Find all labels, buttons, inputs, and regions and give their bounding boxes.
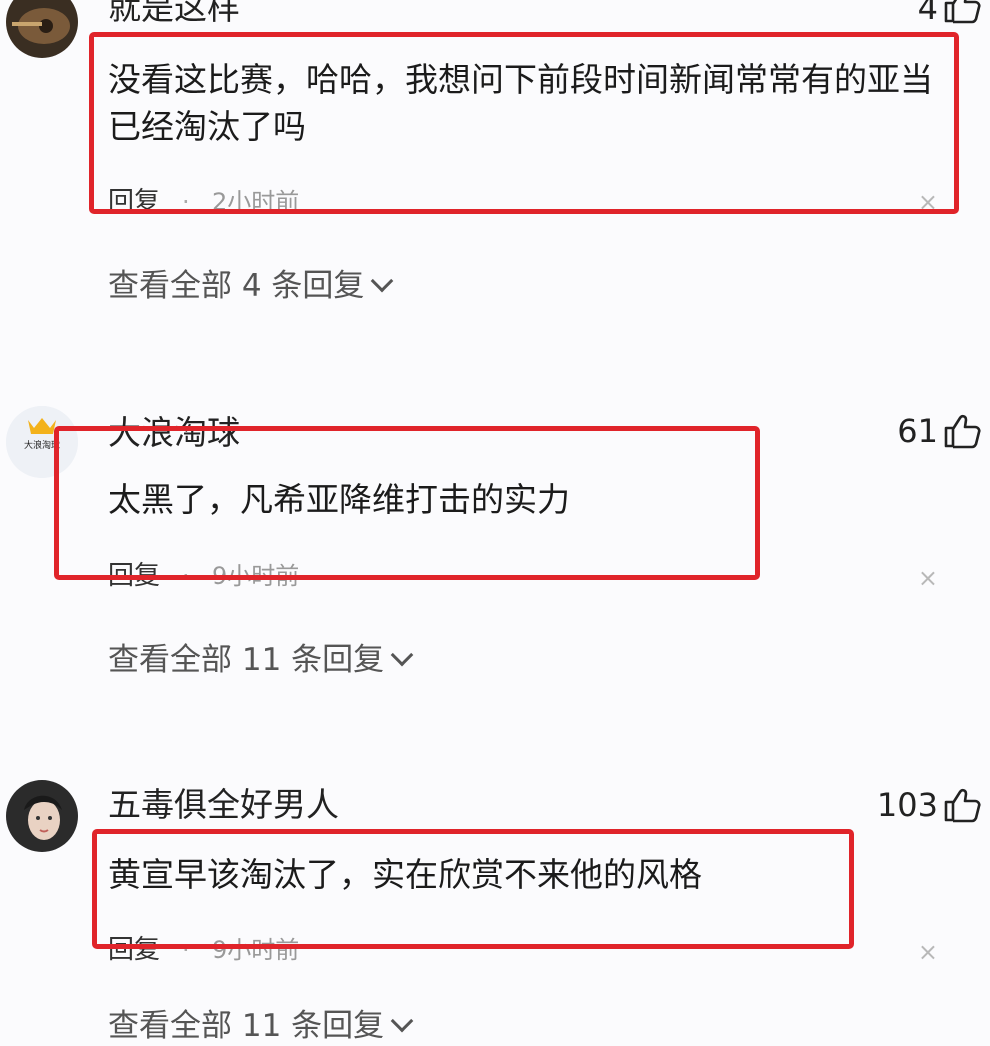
avatar[interactable] (6, 0, 78, 58)
close-icon[interactable]: × (918, 936, 938, 968)
highlight-box (54, 426, 760, 580)
thumbs-up-icon[interactable] (942, 411, 982, 451)
like-count: 4 (917, 0, 938, 27)
chevron-down-icon (390, 1009, 414, 1033)
view-all-replies-label: 查看全部 11 条回复 (108, 1008, 385, 1044)
view-all-replies-label: 查看全部 11 条回复 (108, 642, 385, 678)
like-count: 103 (876, 786, 938, 824)
view-all-replies-button[interactable]: 查看全部 4 条回复 (108, 266, 394, 306)
thumbs-up-icon[interactable] (942, 785, 982, 825)
chevron-down-icon (390, 643, 414, 667)
username[interactable]: 就是这样 (108, 0, 240, 28)
close-icon[interactable]: × (918, 562, 938, 594)
avatar[interactable] (6, 780, 78, 852)
view-all-replies-button[interactable]: 查看全部 11 条回复 (108, 1006, 414, 1046)
highlight-box (89, 32, 959, 214)
view-all-replies-button[interactable]: 查看全部 11 条回复 (108, 640, 414, 680)
like-count: 61 (897, 412, 938, 450)
highlight-box (92, 829, 854, 949)
thumbs-up-icon[interactable] (942, 0, 982, 26)
chevron-down-icon (371, 269, 394, 293)
view-all-replies-label: 查看全部 4 条回复 (108, 268, 365, 304)
username[interactable]: 五毒俱全好男人 (108, 785, 339, 825)
